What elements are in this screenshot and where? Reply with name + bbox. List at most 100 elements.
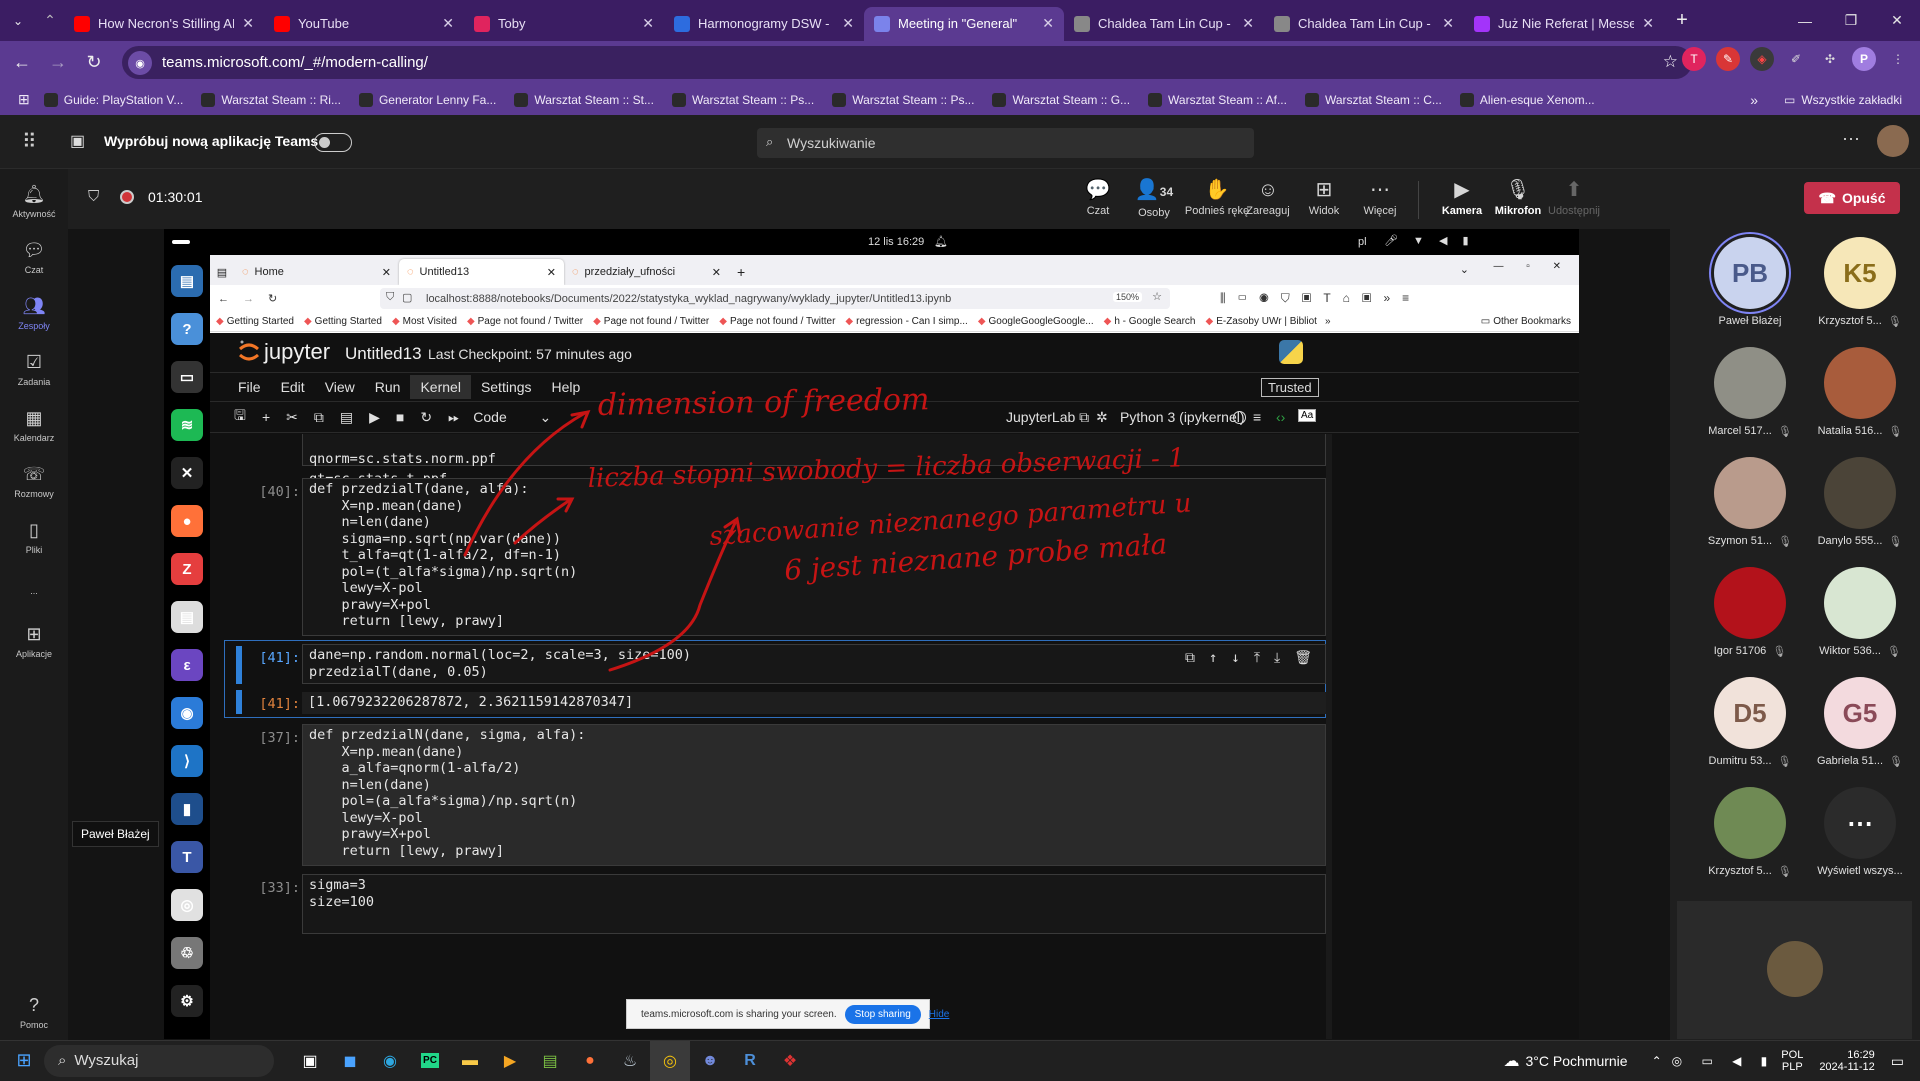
participant-tile[interactable]: G5 Gabriela 51... 🎙︎ xyxy=(1805,677,1915,768)
cell-source[interactable]: sigma=3 size=100 xyxy=(302,874,1326,934)
ff-bookmark-item[interactable]: ◆ Page not found / Twitter xyxy=(593,316,709,327)
move-down-icon[interactable]: ↓ xyxy=(1231,650,1239,666)
star-icon[interactable]: ☆ xyxy=(1152,290,1162,303)
tab-close-icon[interactable]: ✕ xyxy=(712,266,721,279)
bookmark-item[interactable]: Warsztat Steam :: Af... xyxy=(1148,92,1287,107)
ff-more-bookmarks-icon[interactable]: » xyxy=(1325,316,1331,327)
insert-above-icon[interactable]: ⤒ xyxy=(1254,650,1260,666)
browser-tab[interactable]: Meeting in "General" ✕ xyxy=(864,6,1064,41)
tab-search-icon[interactable]: ⌄ xyxy=(0,3,36,39)
dock-app-icon[interactable]: ◉ xyxy=(171,697,203,729)
back-icon[interactable]: ← xyxy=(4,45,40,81)
tab-close-icon[interactable]: ✕ xyxy=(242,15,254,32)
participant-tile[interactable]: Danylo 555... 🎙︎ xyxy=(1805,457,1915,548)
clock-date[interactable]: 2024-11-12 xyxy=(1819,1061,1874,1073)
mic-button[interactable]: 🎙 Mikrofon xyxy=(1490,179,1546,217)
delete-icon[interactable]: 🗑︎ xyxy=(1294,650,1312,666)
browser-tab[interactable]: YouTube ✕ xyxy=(264,7,464,41)
participant-tile[interactable]: Igor 51706 🎙︎ xyxy=(1695,567,1805,658)
view-button[interactable]: ⊞ Widok xyxy=(1296,179,1352,217)
tray-icons[interactable]: ◎ ▭ ◀︎ ▮ xyxy=(1672,1054,1776,1068)
react-button[interactable]: ☺ Zareaguj xyxy=(1240,179,1296,217)
bookmark-item[interactable]: Warsztat Steam :: Ps... xyxy=(671,92,814,107)
code-cell[interactable]: [40]: def przedzialT(dane, alfa): X=np.m… xyxy=(230,478,1326,636)
participant-tile[interactable]: Szymon 51... 🎙︎ xyxy=(1695,457,1805,548)
rail-item-tasks[interactable]: ☑ Zadania xyxy=(0,341,68,397)
participant-tile[interactable]: D5 Dumitru 53... 🎙︎ xyxy=(1695,677,1805,768)
browser-tab[interactable]: Chaldea Tam Lin Cup - E ✕ xyxy=(1264,7,1464,41)
rail-item-phone[interactable]: ☏ Rozmowy xyxy=(0,453,68,509)
more-bookmarks-icon[interactable]: » xyxy=(1750,92,1758,108)
firefox-tab[interactable]: ◌ Untitled13 ✕ xyxy=(399,259,564,285)
dock-app-icon[interactable]: ✕ xyxy=(171,457,203,489)
menu-dots-icon[interactable]: ⋮ xyxy=(1886,47,1910,71)
chrome-icon[interactable]: ◎ xyxy=(650,1040,690,1081)
all-bookmarks-folder[interactable]: ▭ Wszystkie zakładki xyxy=(1784,93,1902,107)
ff-bookmark-item[interactable]: ◆ Most Visited xyxy=(392,316,457,327)
system-tray-icons[interactable]: 🎤︎ ▼ ◀︎ ▮ xyxy=(1384,234,1475,247)
code-cell[interactable]: [37]: def przedzialN(dane, sigma, alfa):… xyxy=(230,724,1326,866)
tab-overview-icon[interactable]: ▤ xyxy=(210,259,234,285)
back-icon[interactable]: ← xyxy=(218,293,229,305)
ff-bookmark-item[interactable]: ◆ h - Google Search xyxy=(1104,316,1196,327)
jupyter-logo-text[interactable]: jupyter xyxy=(264,339,330,365)
dock-app-icon[interactable]: Z xyxy=(171,553,203,585)
minimize-icon[interactable]: — xyxy=(1782,0,1828,41)
bookmark-star-icon[interactable]: ☆ xyxy=(1663,52,1678,72)
steam-icon[interactable]: ♨ xyxy=(610,1041,650,1081)
discord-icon[interactable]: ☻ xyxy=(690,1041,730,1081)
jupyterlab-link[interactable]: JupyterLab ⧉ xyxy=(1006,409,1089,426)
list-icon[interactable]: ≡ xyxy=(1253,409,1261,425)
bookmark-item[interactable]: Guide: PlayStation V... xyxy=(43,92,183,107)
bookmark-item[interactable]: Alien-esque Xenom... xyxy=(1459,92,1595,107)
stop-icon[interactable]: ■ xyxy=(396,409,404,425)
cell-source[interactable]: def przedzialT(dane, alfa): X=np.mean(da… xyxy=(302,478,1326,636)
weather-text[interactable]: 3°C Pochmurnie xyxy=(1525,1053,1627,1069)
participant-tile[interactable]: K5 Krzysztof 5... 🎙︎ xyxy=(1805,237,1915,328)
browser-tab[interactable]: Chaldea Tam Lin Cup - W ✕ xyxy=(1064,7,1264,41)
clock-time[interactable]: 16:29 xyxy=(1847,1049,1875,1061)
reload-icon[interactable]: ↻ xyxy=(268,292,277,305)
forward-icon[interactable]: → xyxy=(40,45,76,81)
cell-source[interactable]: dane=np.random.normal(loc=2, scale=3, si… xyxy=(302,644,1326,684)
insert-below-icon[interactable]: ⤓ xyxy=(1274,650,1280,666)
site-info-icon[interactable]: ◉ xyxy=(128,51,152,75)
duplicate-icon[interactable]: ⧉ xyxy=(1185,650,1195,666)
ff-bookmark-item[interactable]: ◆ Page not found / Twitter xyxy=(467,316,583,327)
lang-primary[interactable]: POL xyxy=(1781,1049,1803,1061)
app-launcher-icon[interactable]: ⠿ xyxy=(22,129,37,154)
zoom-badge[interactable]: 150% xyxy=(1112,292,1142,302)
run-icon[interactable]: ▶ xyxy=(369,409,380,426)
stop-sharing-button[interactable]: Stop sharing xyxy=(844,1004,921,1024)
puzzle-icon[interactable]: ✣ xyxy=(1818,47,1842,71)
participant-tile[interactable]: ⋯ Wyświetl wszys... xyxy=(1805,787,1915,877)
ubuntu-clock[interactable]: 12 lis 16:29 xyxy=(868,236,924,248)
task-view-icon[interactable]: ▣ xyxy=(290,1041,330,1081)
tab-close-icon[interactable]: ✕ xyxy=(1042,15,1054,32)
restore-icon[interactable]: ❐ xyxy=(1828,0,1874,41)
ff-bookmark-item[interactable]: ◆ Getting Started xyxy=(216,316,294,327)
rail-item-calendar[interactable]: ▦ Kalendarz xyxy=(0,397,68,453)
bookmark-item[interactable]: Warsztat Steam :: Ri... xyxy=(201,92,341,107)
tray-chevron-icon[interactable]: ⌃ xyxy=(1652,1054,1662,1068)
participant-tile[interactable]: Marcel 517... 🎙︎ xyxy=(1695,347,1805,438)
firefox-icon[interactable]: ● xyxy=(570,1041,610,1081)
rail-item-bell[interactable]: 🔔︎ Aktywność xyxy=(0,173,68,229)
explorer-icon[interactable]: ▬ xyxy=(450,1041,490,1081)
try-new-teams-toggle[interactable] xyxy=(314,133,352,152)
menu-help[interactable]: Help xyxy=(542,375,591,399)
tab-close-icon[interactable]: ✕ xyxy=(382,266,391,279)
browser-tab[interactable]: Toby ✕ xyxy=(464,7,664,41)
bookmark-item[interactable]: Warsztat Steam :: C... xyxy=(1304,92,1442,107)
copy-icon[interactable]: ⧉ xyxy=(314,409,324,426)
profile-avatar[interactable]: P xyxy=(1852,47,1876,71)
activities-indicator[interactable] xyxy=(172,240,190,244)
dock-app-icon[interactable]: ε xyxy=(171,649,203,681)
lang-secondary[interactable]: PLP xyxy=(1782,1061,1803,1073)
user-avatar[interactable] xyxy=(1877,125,1909,157)
menu-settings[interactable]: Settings xyxy=(471,375,542,399)
ubuntu-lang[interactable]: pl xyxy=(1358,236,1367,248)
close-icon[interactable]: ✕ xyxy=(1874,0,1920,41)
kernel-name[interactable]: Python 3 (ipykernel) xyxy=(1120,409,1245,425)
code-icon[interactable]: ‹› xyxy=(1276,409,1285,425)
